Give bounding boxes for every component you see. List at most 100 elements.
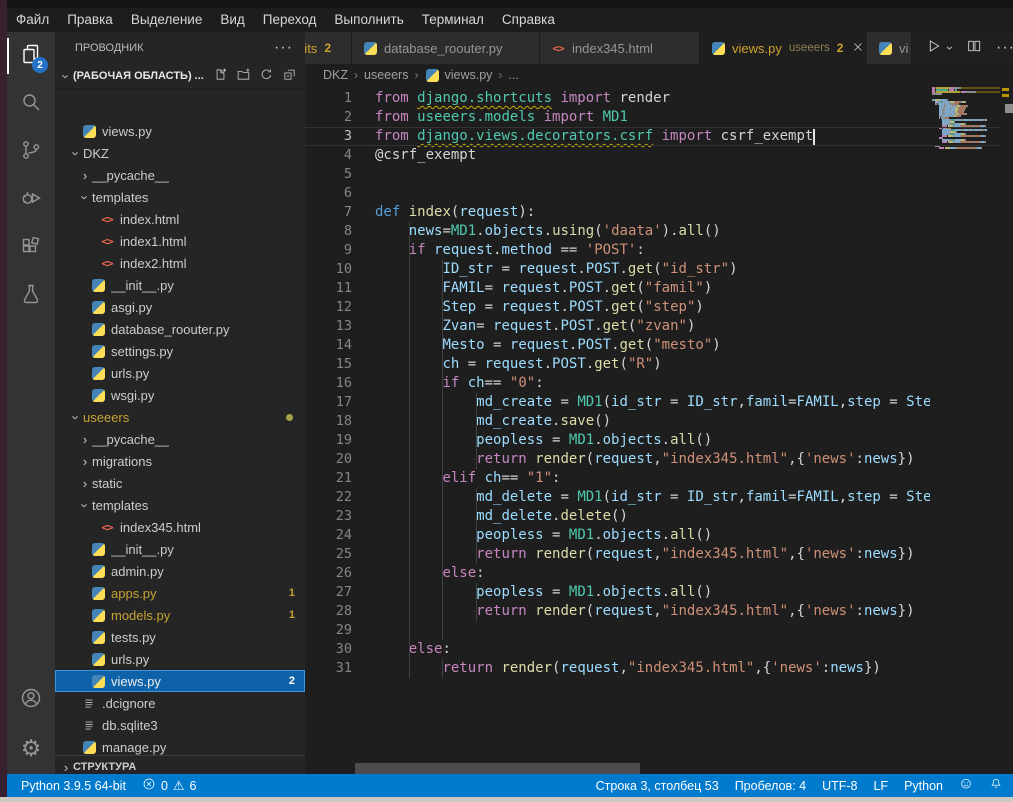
menu-item-0[interactable]: Файл	[7, 8, 58, 32]
code-line-16[interactable]: 16 if ch== "0":	[305, 374, 930, 393]
activity-explorer[interactable]: 2	[7, 32, 55, 80]
code-line-27[interactable]: 27 peopless = MD1.objects.all()	[305, 583, 930, 602]
status-indentation[interactable]: Пробелов: 4	[735, 779, 806, 793]
menu-item-2[interactable]: Выделение	[122, 8, 212, 32]
status-language-mode[interactable]: Python	[904, 779, 943, 793]
code-line-10[interactable]: 10 ID_str = request.POST.get("id_str")	[305, 260, 930, 279]
code-editor[interactable]: 1from django.shortcuts import render2fro…	[305, 86, 930, 763]
code-line-12[interactable]: 12 Step = request.POST.get("step")	[305, 298, 930, 317]
status-notifications[interactable]	[989, 777, 1003, 794]
tree-file-urls-py[interactable]: urls.py	[55, 362, 305, 384]
tab-index345-html[interactable]: <>index345.html	[540, 32, 700, 64]
status-problems[interactable]: 0⚠6	[142, 777, 197, 794]
tree-folder-templates[interactable]: ›templates	[55, 494, 305, 516]
activity-source-control[interactable]	[7, 128, 55, 176]
breadcrumb-item-2[interactable]: views.py	[444, 68, 492, 82]
tree-folder-static[interactable]: ›static	[55, 472, 305, 494]
code-line-25[interactable]: 25 return render(request,"index345.html"…	[305, 545, 930, 564]
run-icon[interactable]	[926, 38, 942, 59]
tree-file-admin-py[interactable]: admin.py	[55, 560, 305, 582]
menu-item-3[interactable]: Вид	[211, 8, 253, 32]
code-line-23[interactable]: 23 md_delete.delete()	[305, 507, 930, 526]
code-line-15[interactable]: 15 ch = request.POST.get("R")	[305, 355, 930, 374]
code-line-30[interactable]: 30 else:	[305, 640, 930, 659]
tree-folder-migrations[interactable]: ›migrations	[55, 450, 305, 472]
split-editor-icon[interactable]	[966, 38, 982, 59]
breadcrumb-item-0[interactable]: DKZ	[323, 68, 348, 82]
tab-vi[interactable]: vi	[867, 32, 912, 64]
new-file-icon[interactable]	[213, 67, 228, 85]
activity-testing[interactable]	[7, 272, 55, 320]
code-line-19[interactable]: 19 peopless = MD1.objects.all()	[305, 431, 930, 450]
close-icon[interactable]	[852, 41, 864, 56]
breadcrumb-item-1[interactable]: useeers	[364, 68, 408, 82]
new-folder-icon[interactable]	[236, 67, 251, 85]
tab-diiits[interactable]: diiits2	[305, 32, 352, 64]
activity-search[interactable]	[7, 80, 55, 128]
collapse-all-icon[interactable]	[282, 67, 297, 85]
tree-file-settings-py[interactable]: settings.py	[55, 340, 305, 362]
breadcrumb-item-3[interactable]: ...	[508, 68, 518, 82]
tree-file-index1-html[interactable]: <>index1.html	[55, 230, 305, 252]
code-line-17[interactable]: 17 md_create = MD1(id_str = ID_str,famil…	[305, 393, 930, 412]
status-feedback[interactable]	[959, 777, 973, 794]
code-line-1[interactable]: 1from django.shortcuts import render	[305, 89, 930, 108]
tree-folder-useeers[interactable]: ›useeers	[55, 406, 305, 428]
menu-item-6[interactable]: Терминал	[413, 8, 493, 32]
code-line-28[interactable]: 28 return render(request,"index345.html"…	[305, 602, 930, 621]
tree-file-wsgi-py[interactable]: wsgi.py	[55, 384, 305, 406]
tree-file--init-py[interactable]: __init__.py	[55, 274, 305, 296]
tree-file-views-py[interactable]: views.py2	[55, 670, 305, 692]
tree-file-models-py[interactable]: models.py1	[55, 604, 305, 626]
tree-file--init-py[interactable]: __init__.py	[55, 538, 305, 560]
menu-item-1[interactable]: Правка	[58, 8, 122, 32]
code-line-14[interactable]: 14 Mesto = request.POST.get("mesto")	[305, 336, 930, 355]
status-cursor-position[interactable]: Строка 3, столбец 53	[596, 779, 719, 793]
code-line-11[interactable]: 11 FAMIL= request.POST.get("famil")	[305, 279, 930, 298]
code-line-29[interactable]: 29	[305, 621, 930, 640]
tree-file-index2-html[interactable]: <>index2.html	[55, 252, 305, 274]
minimap[interactable]	[932, 87, 1000, 149]
code-line-22[interactable]: 22 md_delete = MD1(id_str = ID_str,famil…	[305, 488, 930, 507]
tree-folder-templates[interactable]: ›templates	[55, 186, 305, 208]
status-encoding[interactable]: UTF-8	[822, 779, 857, 793]
tree-file-asgi-py[interactable]: asgi.py	[55, 296, 305, 318]
tree-file-db-sqlite3[interactable]: db.sqlite3	[55, 714, 305, 736]
activity-settings[interactable]: ⚙	[7, 724, 55, 772]
tree-file-index345-html[interactable]: <>index345.html	[55, 516, 305, 538]
horizontal-scrollbar[interactable]	[355, 763, 640, 774]
code-line-13[interactable]: 13 Zvan= request.POST.get("zvan")	[305, 317, 930, 336]
code-line-7[interactable]: 7def index(request):	[305, 203, 930, 222]
code-line-2[interactable]: 2from useeers.models import MD1	[305, 108, 930, 127]
tab-database-roouter-py[interactable]: database_roouter.py	[352, 32, 540, 64]
code-line-5[interactable]: 5	[305, 165, 930, 184]
explorer-more-actions-icon[interactable]: ···	[274, 39, 293, 57]
menu-item-4[interactable]: Переход	[254, 8, 326, 32]
code-line-26[interactable]: 26 else:	[305, 564, 930, 583]
tree-file-apps-py[interactable]: apps.py1	[55, 582, 305, 604]
tree-file-tests-py[interactable]: tests.py	[55, 626, 305, 648]
code-line-20[interactable]: 20 return render(request,"index345.html"…	[305, 450, 930, 469]
code-line-21[interactable]: 21 elif ch== "1":	[305, 469, 930, 488]
activity-extensions[interactable]	[7, 224, 55, 272]
activity-account[interactable]	[7, 676, 55, 724]
chevron-down-icon[interactable]: ›	[943, 46, 957, 50]
code-line-18[interactable]: 18 md_create.save()	[305, 412, 930, 431]
tree-folder--pycache-[interactable]: ›__pycache__	[55, 428, 305, 450]
status-eol[interactable]: LF	[873, 779, 888, 793]
tree-file-database-roouter-py[interactable]: database_roouter.py	[55, 318, 305, 340]
code-line-8[interactable]: 8 news=MD1.objects.using('daata').all()	[305, 222, 930, 241]
activity-run-debug[interactable]	[7, 176, 55, 224]
tree-file-index-html[interactable]: <>index.html	[55, 208, 305, 230]
code-line-3[interactable]: 3from django.views.decorators.csrf impor…	[305, 127, 930, 146]
outline-section-header[interactable]: › СТРУКТУРА	[55, 755, 305, 774]
workspace-section-header[interactable]: › (РАБОЧАЯ ОБЛАСТЬ) ...	[55, 64, 305, 88]
tree-folder-dkz[interactable]: ›DKZ	[55, 142, 305, 164]
code-line-6[interactable]: 6	[305, 184, 930, 203]
refresh-icon[interactable]	[259, 67, 274, 85]
tree-file-urls-py[interactable]: urls.py	[55, 648, 305, 670]
tree-file-views-py[interactable]: views.py	[55, 120, 305, 142]
menu-item-5[interactable]: Выполнить	[325, 8, 412, 32]
code-line-31[interactable]: 31 return render(request,"index345.html"…	[305, 659, 930, 678]
code-line-24[interactable]: 24 peopless = MD1.objects.all()	[305, 526, 930, 545]
